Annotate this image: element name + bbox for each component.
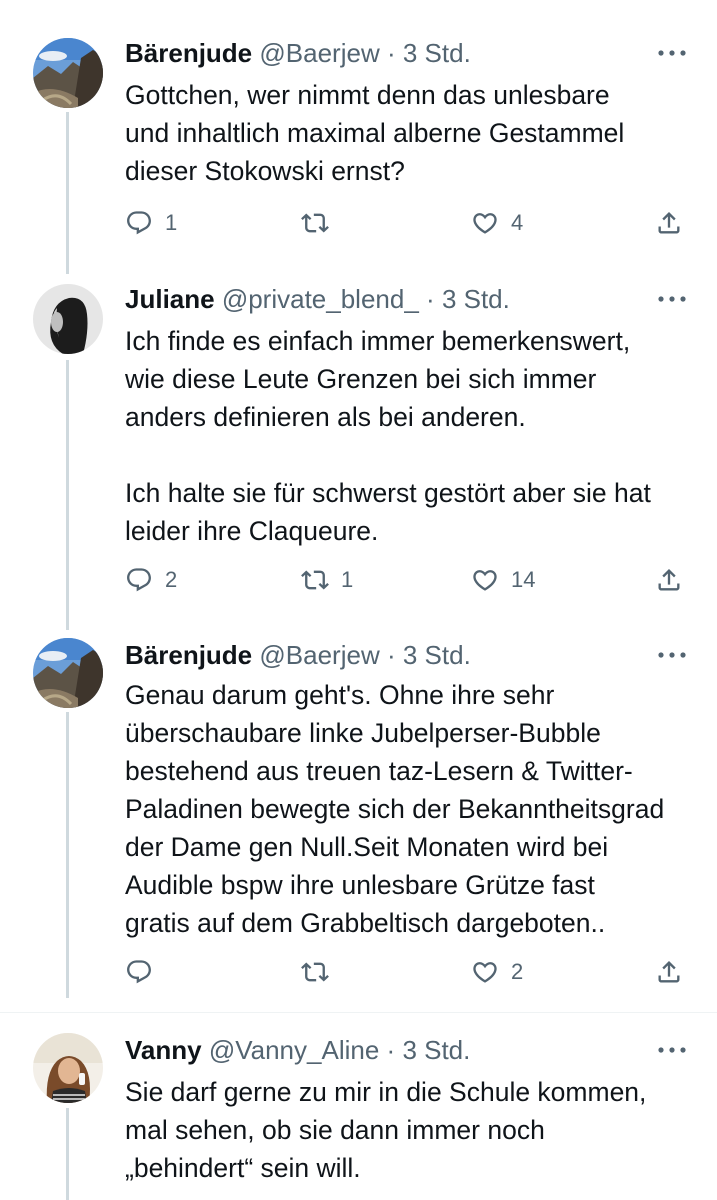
avatar[interactable] xyxy=(33,284,103,354)
tweet[interactable]: Juliane @private_blend_ · 3 Std. Ich fin… xyxy=(0,270,717,630)
retweet-count: 1 xyxy=(341,567,354,592)
share-button[interactable] xyxy=(655,203,683,243)
like-count: 14 xyxy=(511,567,536,592)
bw-portrait-avatar-icon xyxy=(33,284,103,354)
retweet-icon xyxy=(301,566,329,594)
like-count: 4 xyxy=(511,210,524,235)
tweet-text: Ich finde es einfach immer bemerkenswert… xyxy=(125,326,651,546)
retweet-button[interactable]: 1 xyxy=(301,560,353,600)
tweet[interactable]: Vanny @Vanny_Aline · 3 Std. Sie darf ger… xyxy=(0,1013,717,1200)
tweet-text: Sie darf gerne zu mir in die Schule komm… xyxy=(125,1077,647,1183)
avatar[interactable] xyxy=(33,638,103,708)
reply-count: 2 xyxy=(165,567,178,592)
separator-dot: · xyxy=(386,640,396,670)
landscape-avatar-icon xyxy=(33,638,103,708)
like-button[interactable]: 14 xyxy=(471,560,535,600)
tweet[interactable]: Bärenjude @Baerjew · 3 Std. Genau darum … xyxy=(0,630,717,1010)
timestamp[interactable]: 3 Std. xyxy=(442,284,510,314)
action-bar: 2 1 14 xyxy=(125,560,690,600)
like-count: 2 xyxy=(511,959,524,984)
separator-dot: · xyxy=(386,38,396,68)
action-bar: 1 4 xyxy=(125,203,690,243)
separator-dot: · xyxy=(386,1035,396,1065)
retweet-button[interactable] xyxy=(301,203,341,243)
reply-count: 1 xyxy=(165,210,178,235)
author-handle[interactable]: @private_blend_ xyxy=(222,284,419,314)
timestamp[interactable]: 3 Std. xyxy=(403,38,471,68)
author-handle[interactable]: @Vanny_Aline xyxy=(209,1035,379,1065)
like-button[interactable]: 4 xyxy=(471,203,523,243)
reply-icon xyxy=(125,566,153,594)
tweet-header: Bärenjude @Baerjew · 3 Std. xyxy=(125,640,471,670)
retweet-icon xyxy=(301,209,329,237)
landscape-avatar-icon xyxy=(33,38,103,108)
reply-button[interactable]: 2 xyxy=(125,560,177,600)
heart-icon xyxy=(471,209,499,237)
author-handle[interactable]: @Baerjew xyxy=(259,38,379,68)
more-icon[interactable] xyxy=(657,1045,687,1055)
reply-button[interactable] xyxy=(125,952,165,992)
retweet-button[interactable] xyxy=(301,952,341,992)
photo-avatar-icon xyxy=(33,1033,103,1103)
tweet-text: Gottchen, wer nimmt denn das unlesbare u… xyxy=(125,80,625,186)
author-name[interactable]: Bärenjude xyxy=(125,38,252,68)
avatar[interactable] xyxy=(33,1033,103,1103)
tweet-header: Juliane @private_blend_ · 3 Std. xyxy=(125,284,510,314)
like-button[interactable]: 2 xyxy=(471,952,523,992)
tweet[interactable]: Bärenjude @Baerjew · 3 Std. Gottchen, we… xyxy=(0,0,717,270)
heart-icon xyxy=(471,958,499,986)
reply-icon xyxy=(125,209,153,237)
tweet-header: Bärenjude @Baerjew · 3 Std. xyxy=(125,38,471,68)
more-icon[interactable] xyxy=(657,294,687,304)
more-icon[interactable] xyxy=(657,48,687,58)
separator-dot: · xyxy=(426,284,435,314)
share-icon xyxy=(655,209,683,237)
timestamp[interactable]: 3 Std. xyxy=(403,640,471,670)
action-bar: 2 xyxy=(125,952,690,992)
timestamp[interactable]: 3 Std. xyxy=(402,1035,470,1065)
author-name[interactable]: Bärenjude xyxy=(125,640,252,670)
share-button[interactable] xyxy=(655,560,683,600)
share-icon xyxy=(655,958,683,986)
heart-icon xyxy=(471,566,499,594)
tweet-text: Genau darum geht's. Ohne ihre sehr übers… xyxy=(125,680,665,938)
retweet-icon xyxy=(301,958,329,986)
author-name[interactable]: Juliane xyxy=(125,284,215,314)
tweet-header: Vanny @Vanny_Aline · 3 Std. xyxy=(125,1035,470,1065)
reply-button[interactable]: 1 xyxy=(125,203,177,243)
author-handle[interactable]: @Baerjew xyxy=(259,640,379,670)
share-icon xyxy=(655,566,683,594)
more-icon[interactable] xyxy=(657,650,687,660)
share-button[interactable] xyxy=(655,952,683,992)
reply-icon xyxy=(125,958,153,986)
avatar[interactable] xyxy=(33,38,103,108)
author-name[interactable]: Vanny xyxy=(125,1035,202,1065)
